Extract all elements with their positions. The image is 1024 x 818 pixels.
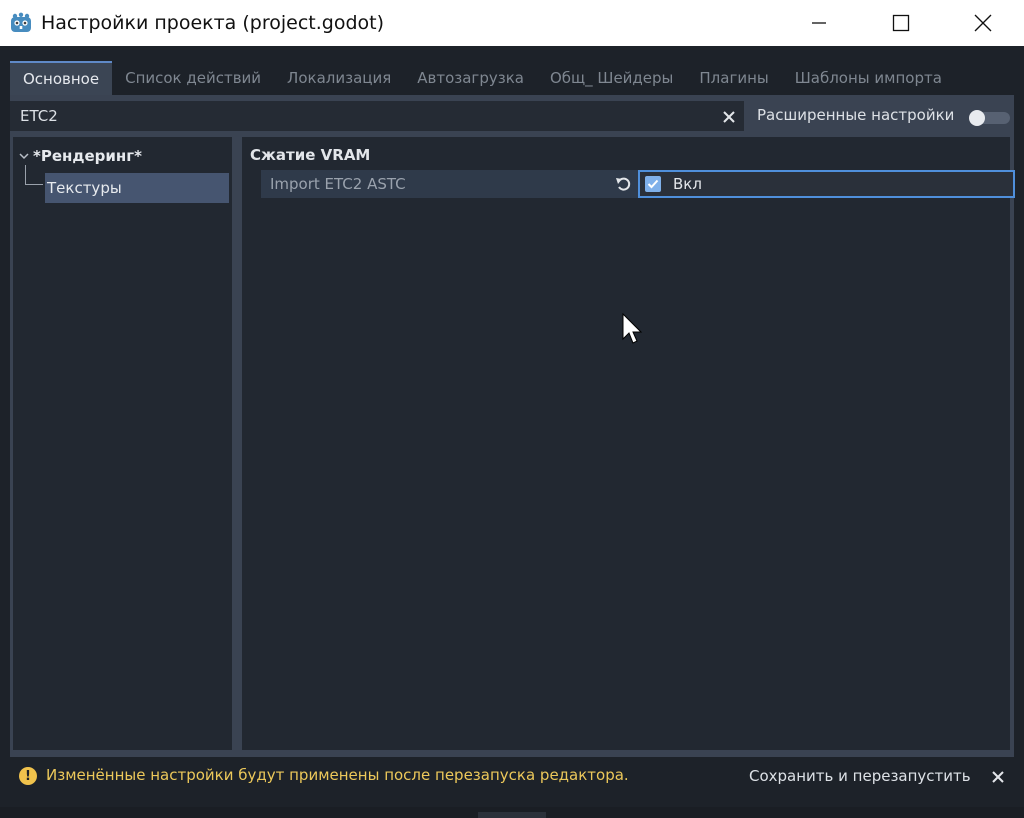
tree-connector xyxy=(25,165,43,185)
tab-general[interactable]: Основное xyxy=(10,61,113,95)
tab-bar: Основное Список действий Локализация Авт… xyxy=(10,61,1014,95)
property-value-checkbox[interactable]: Вкл xyxy=(638,170,1015,198)
chevron-down-icon xyxy=(19,153,29,160)
maximize-button[interactable] xyxy=(860,0,942,46)
clear-icon xyxy=(723,111,735,123)
tab-plugins[interactable]: Плагины xyxy=(686,61,781,95)
close-icon xyxy=(974,14,992,32)
project-settings-dialog: Основное Список действий Локализация Авт… xyxy=(0,46,1024,818)
search-input[interactable]: ETC2 xyxy=(10,101,744,131)
window-close-button[interactable] xyxy=(942,0,1024,46)
tab-input-map[interactable]: Список действий xyxy=(112,61,274,95)
mouse-cursor-icon xyxy=(622,313,643,344)
save-and-restart-button[interactable]: Сохранить и перезапустить xyxy=(740,760,980,792)
property-value-label: Вкл xyxy=(673,175,702,193)
checkbox[interactable] xyxy=(645,176,661,192)
restart-warning-bar: ! Изменённые настройки будут применены п… xyxy=(0,757,1024,797)
section-title: Сжатие VRAM xyxy=(250,146,371,164)
search-row: ETC2 Расширенные настройки xyxy=(10,101,1014,131)
property-row: Import ETC2 ASTC Вкл xyxy=(261,170,1016,198)
footer-close-button[interactable] xyxy=(987,766,1009,788)
property-name-label: Import ETC2 ASTC xyxy=(270,175,406,193)
search-clear-button[interactable] xyxy=(718,106,740,128)
toggle-knob xyxy=(969,110,985,126)
tree-item-textures[interactable]: Текстуры xyxy=(45,173,229,203)
window-titlebar: Настройки проекта (project.godot) xyxy=(0,0,1024,46)
property-name[interactable]: Import ETC2 ASTC xyxy=(261,170,638,198)
tab-content: ETC2 Расширенные настройки *Рендеринг* Т… xyxy=(10,95,1015,797)
tab-shader-globals[interactable]: Общ_ Шейдеры xyxy=(537,61,686,95)
tab-autoload[interactable]: Автозагрузка xyxy=(404,61,537,95)
minimize-icon xyxy=(812,22,826,24)
minimize-button[interactable] xyxy=(778,0,860,46)
tab-import-defaults[interactable]: Шаблоны импорта xyxy=(782,61,955,95)
checkmark-icon xyxy=(647,179,659,189)
section-tree: *Рендеринг* Текстуры xyxy=(13,137,232,750)
settings-inspector: Сжатие VRAM Import ETC2 ASTC Вкл xyxy=(242,137,1015,750)
tab-localization[interactable]: Локализация xyxy=(274,61,404,95)
godot-icon xyxy=(11,12,31,32)
revert-icon[interactable] xyxy=(615,176,633,192)
maximize-icon xyxy=(892,14,910,32)
close-icon xyxy=(992,771,1004,783)
advanced-settings-label: Расширенные настройки xyxy=(757,106,955,124)
advanced-settings-toggle[interactable] xyxy=(969,110,1010,126)
restart-warning-text: Изменённые настройки будут применены пос… xyxy=(46,766,629,784)
tree-item-rendering[interactable]: *Рендеринг* xyxy=(19,147,142,165)
warning-icon: ! xyxy=(19,767,37,785)
resize-handle[interactable] xyxy=(478,812,546,818)
tree-item-label: *Рендеринг* xyxy=(33,147,142,165)
window-title: Настройки проекта (project.godot) xyxy=(41,12,384,34)
